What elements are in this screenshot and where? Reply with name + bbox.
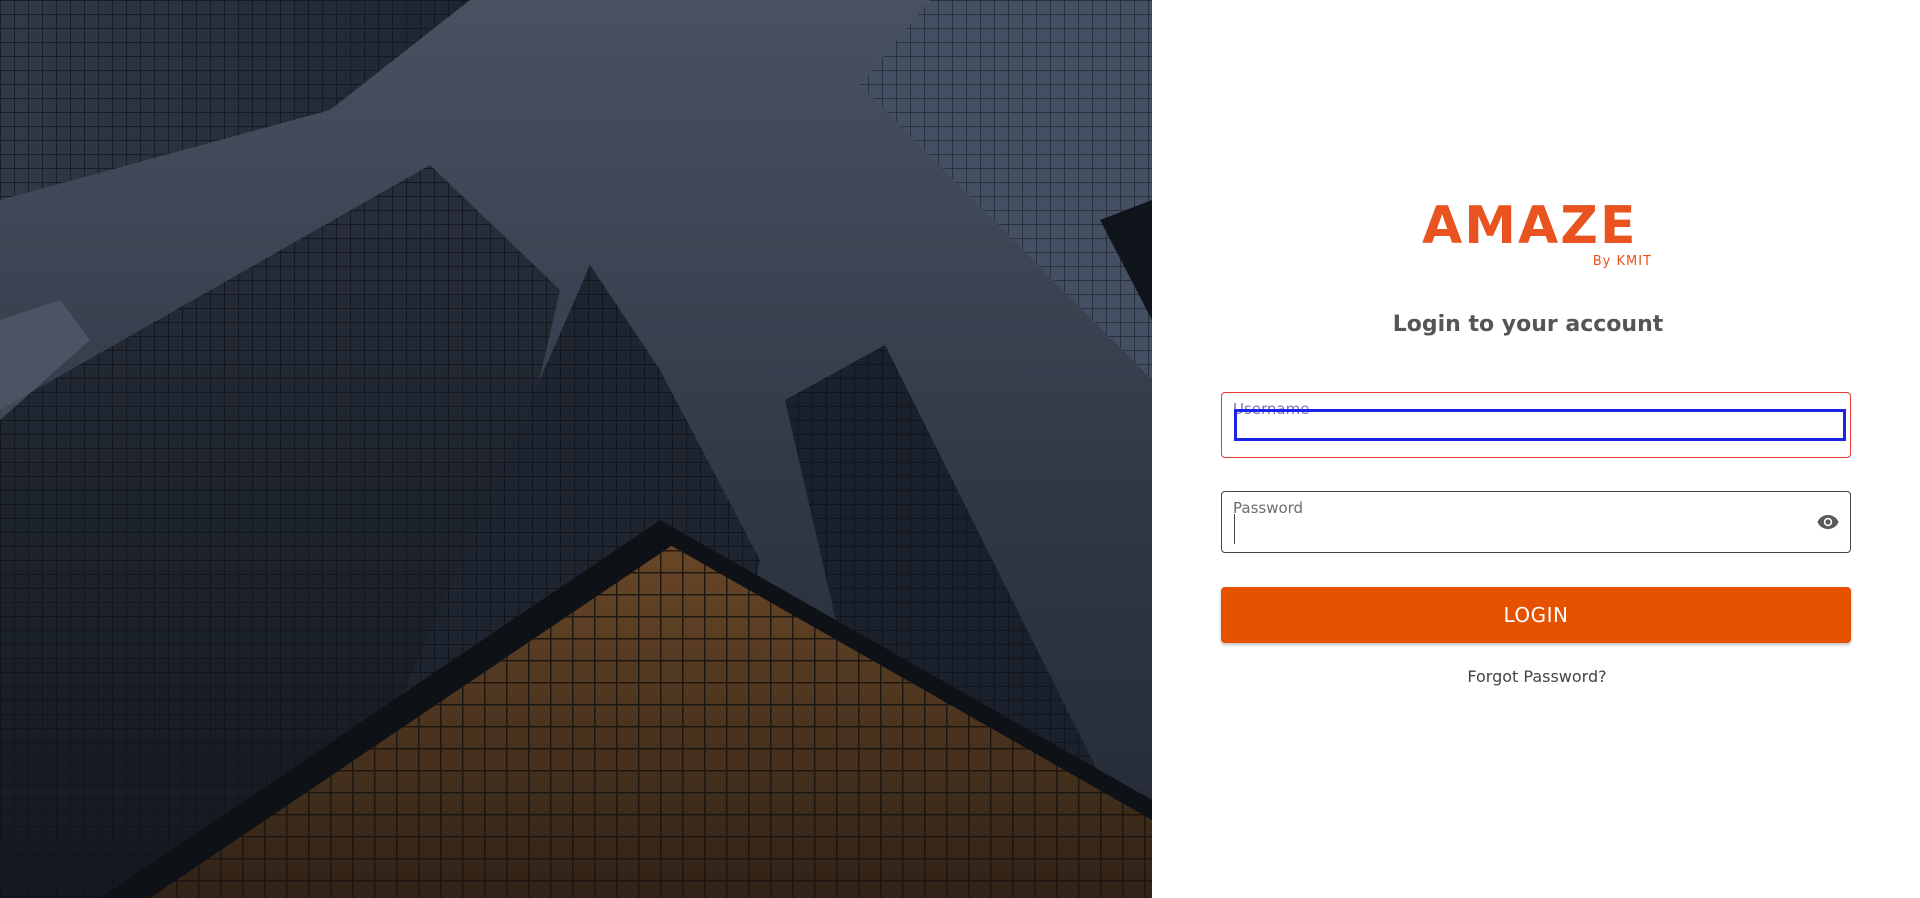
logo-byline: By KMIT [1592,254,1652,269]
username-input[interactable] [1234,409,1846,441]
hero-image [0,0,1152,898]
password-input[interactable] [1234,514,1794,544]
page-title: Login to your account [1392,312,1664,337]
login-button[interactable]: LOGIN [1221,587,1851,643]
eye-icon[interactable] [1814,510,1842,534]
password-field: Password [1221,491,1851,553]
amaze-logo: AMAZE By KMIT [1422,196,1652,274]
login-page: AMAZE By KMIT Login to your account User… [0,0,1920,898]
hero-overlay [0,0,1152,898]
logo-wordmark: AMAZE [1422,196,1638,256]
forgot-password-link[interactable]: Forgot Password? [1222,667,1852,686]
username-field: Username [1221,392,1851,458]
